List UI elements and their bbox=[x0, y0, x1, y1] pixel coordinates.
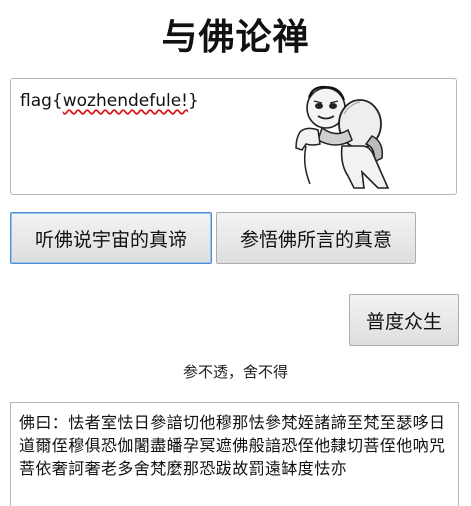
output-text-value: 佛曰：怯者室怯日參諳切他穆那怯參梵姪諸諦至梵至瑟哆日道爾侄穆俱恐伽闍盡皤孕冥遮佛… bbox=[19, 413, 446, 478]
encode-button[interactable]: 听佛说宇宙的真谛 bbox=[10, 212, 212, 264]
panda-meme-hug-icon bbox=[292, 84, 403, 190]
page-title: 与佛论禅 bbox=[161, 17, 310, 58]
caption-text: 参不透，舍不得 bbox=[182, 363, 288, 381]
input-text-value: flag{wozhendefule!} bbox=[20, 91, 199, 111]
spellcheck-underlined-word: wozhendefule! bbox=[62, 91, 188, 111]
output-textarea[interactable]: 佛曰：怯者室怯日參諳切他穆那怯參梵姪諸諦至梵至瑟哆日道爾侄穆俱恐伽闍盡皤孕冥遮佛… bbox=[10, 402, 459, 506]
clear-button[interactable]: 普度众生 bbox=[349, 294, 459, 346]
decode-button[interactable]: 参悟佛所言的真意 bbox=[216, 212, 416, 264]
input-textarea[interactable]: flag{wozhendefule!} bbox=[10, 78, 457, 195]
